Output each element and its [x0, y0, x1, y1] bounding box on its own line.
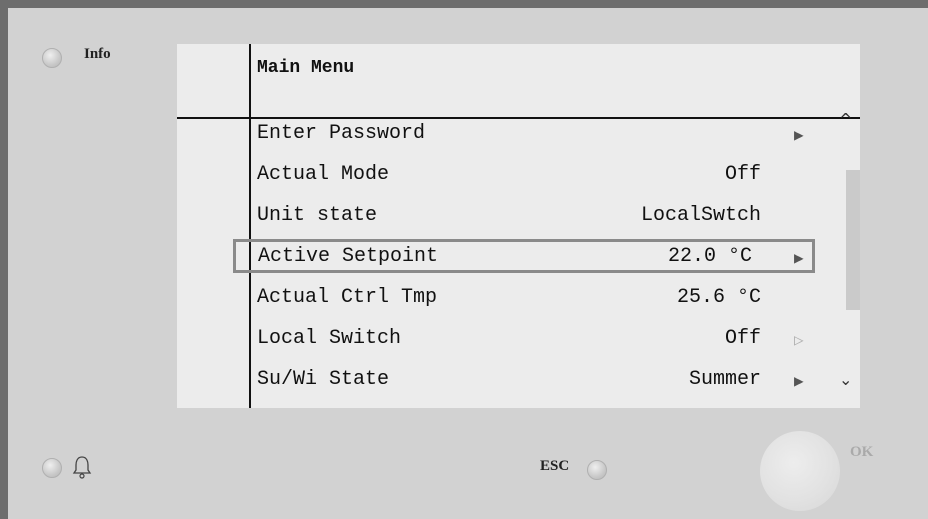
scrollbar-thumb[interactable]	[846, 170, 860, 310]
menu-item-label: Active Setpoint	[258, 245, 439, 268]
screen-title: Main Menu	[257, 58, 355, 78]
menu-item-value: LocalSwtch	[640, 204, 761, 227]
menu-item-value: 25.6 °C	[676, 286, 761, 309]
menu-item-label: Unit state	[257, 204, 378, 227]
submenu-arrow-icon: ▶	[794, 127, 804, 145]
menu-item-actual-ctrl-tmp[interactable]: Actual Ctrl Tmp 25.6 °C	[257, 280, 847, 316]
ok-label: OK	[850, 444, 874, 460]
controller-panel: Info ESC OK Main Menu Enter Password ▶ A…	[8, 8, 928, 519]
bell-icon	[72, 455, 92, 484]
screen-divider-vertical	[249, 44, 251, 408]
menu-item-label: Su/Wi State	[257, 368, 390, 391]
esc-label: ESC	[540, 458, 570, 474]
menu-item-label: Actual Ctrl Tmp	[257, 286, 438, 309]
ok-knob[interactable]	[760, 431, 840, 511]
menu-item-su-wi-state[interactable]: Su/Wi State Summer ▶	[257, 362, 847, 398]
submenu-arrow-icon: ▶	[794, 373, 804, 391]
esc-button[interactable]	[587, 460, 607, 480]
menu-item-value: 22.0 °C	[667, 245, 752, 268]
info-label: Info	[84, 46, 111, 62]
menu-item-value: Summer	[688, 368, 761, 391]
menu-item-value: Off	[724, 163, 761, 186]
menu-item-label: Local Switch	[257, 327, 402, 350]
menu-item-active-setpoint[interactable]: Active Setpoint 22.0 °C ▶	[233, 239, 815, 273]
menu-item-label: Actual Mode	[257, 163, 390, 186]
menu-item-value: Off	[724, 327, 761, 350]
menu-item-unit-state[interactable]: Unit state LocalSwtch	[257, 198, 847, 234]
scroll-up-icon[interactable]: ^	[839, 110, 852, 129]
submenu-arrow-icon: ▶	[794, 250, 804, 268]
submenu-arrow-icon: ▷	[794, 332, 804, 350]
alarm-led-button[interactable]	[42, 458, 62, 478]
lcd-screen: Main Menu Enter Password ▶ Actual Mode O…	[177, 44, 860, 408]
info-led-button[interactable]	[42, 48, 62, 68]
menu-item-enter-password[interactable]: Enter Password ▶	[257, 116, 847, 152]
menu-item-local-switch[interactable]: Local Switch Off ▷	[257, 321, 847, 357]
menu-item-label: Enter Password	[257, 122, 426, 145]
scroll-down-icon[interactable]: ⌄	[839, 370, 852, 389]
menu-item-actual-mode[interactable]: Actual Mode Off	[257, 157, 847, 193]
